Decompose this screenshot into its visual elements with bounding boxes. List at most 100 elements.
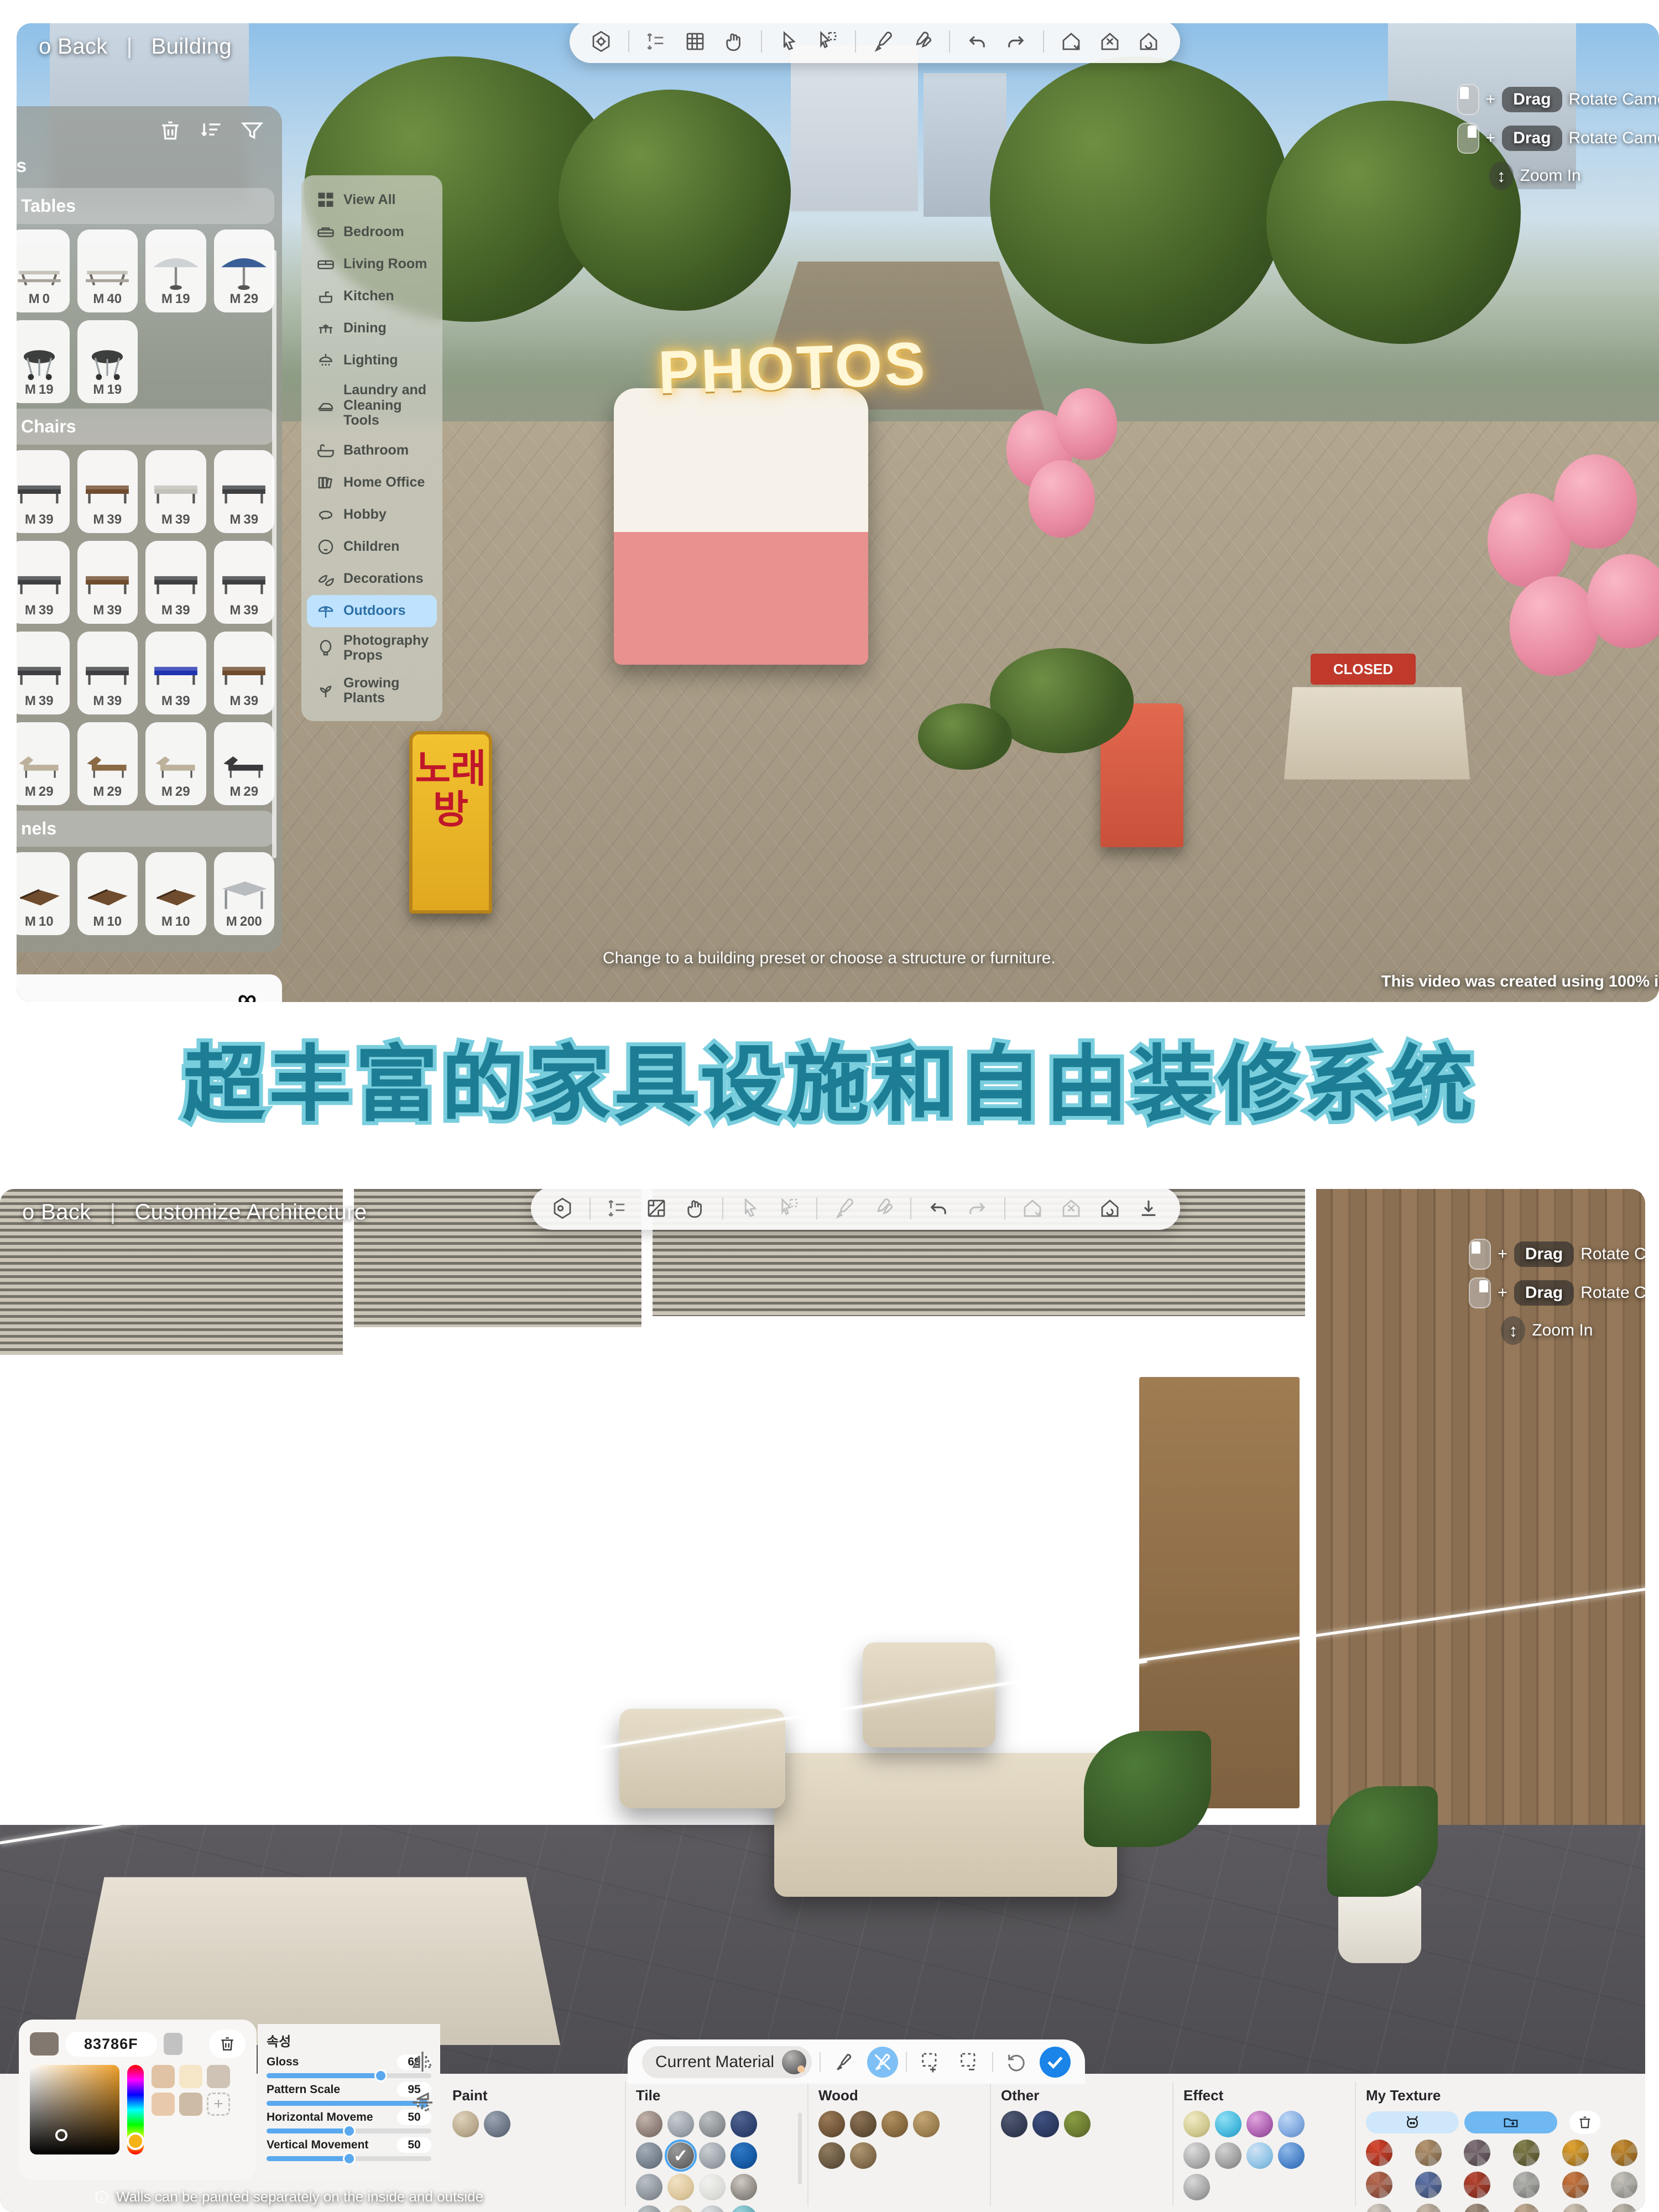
category-item-bedroom[interactable]: Bedroom [307, 216, 437, 248]
my-texture-swatch[interactable] [1611, 2172, 1637, 2198]
category-item-living-room[interactable]: Living Room [307, 248, 437, 280]
material-orb[interactable] [1278, 2111, 1305, 2137]
my-texture-swatch[interactable] [1464, 2140, 1490, 2166]
material-orb[interactable] [731, 2174, 757, 2200]
material-orb[interactable] [913, 2111, 940, 2137]
flip-horizontal-icon[interactable] [409, 2048, 436, 2075]
furniture-item-card[interactable]: M 39 [214, 541, 275, 624]
material-orb[interactable] [1278, 2142, 1305, 2169]
eyedropper-icon[interactable] [828, 2047, 859, 2078]
my-texture-swatch[interactable] [1366, 2140, 1392, 2166]
house-move-icon[interactable] [1054, 24, 1088, 59]
color-picker-card[interactable]: 83786F + [19, 2020, 257, 2180]
category-item-view-all[interactable]: View All [307, 184, 437, 216]
pointer-copy-icon[interactable] [811, 24, 845, 59]
compass-icon[interactable] [584, 24, 618, 59]
redo-icon[interactable] [960, 1191, 994, 1225]
category-item-kitchen[interactable]: Kitchen [307, 280, 437, 312]
furniture-item-card[interactable]: M 10 [145, 852, 206, 935]
confirm-icon[interactable] [1040, 2047, 1071, 2078]
eyedropper-multi-icon[interactable] [866, 1191, 900, 1225]
furniture-item-card[interactable]: M 39 [77, 632, 138, 714]
material-tool-pill[interactable]: Current Material [628, 2039, 1085, 2084]
material-orb[interactable] [699, 2142, 726, 2169]
back-button[interactable]: o Back [22, 1200, 91, 1225]
material-orb[interactable] [667, 2205, 694, 2212]
furniture-item-card[interactable]: M 29 [214, 229, 275, 312]
house-move-icon[interactable] [1015, 1191, 1050, 1225]
eyedropper-icon[interactable] [827, 1191, 862, 1225]
category-item-lighting[interactable]: Lighting [307, 345, 437, 377]
mascot-icon[interactable] [1366, 2111, 1459, 2133]
slider-track[interactable] [267, 2073, 431, 2078]
material-orb[interactable] [667, 2111, 694, 2137]
my-texture-swatch[interactable] [1562, 2140, 1589, 2166]
furniture-item-card[interactable]: M 39 [214, 632, 275, 714]
furniture-item-card[interactable]: M 19 [145, 229, 206, 312]
color-hex-value[interactable]: 83786F [65, 2032, 157, 2057]
slider-track[interactable] [267, 2101, 431, 2106]
paint-face-icon[interactable] [867, 2047, 898, 2078]
my-texture-swatch[interactable] [1415, 2204, 1442, 2212]
download-icon[interactable] [1131, 1191, 1166, 1225]
my-texture-swatch[interactable] [1562, 2172, 1589, 2198]
select-subtract-icon[interactable] [953, 2047, 984, 2078]
recent-colors[interactable]: + [152, 2065, 230, 2154]
undo-icon[interactable] [960, 24, 994, 59]
browser-scrollbar[interactable] [272, 250, 276, 858]
material-orb[interactable] [636, 2142, 662, 2169]
hue-slider[interactable] [127, 2065, 144, 2154]
undo-icon[interactable] [921, 1191, 956, 1225]
back-button[interactable]: o Back [39, 34, 108, 59]
material-orb[interactable] [699, 2205, 726, 2212]
material-orb[interactable] [1246, 2142, 1273, 2169]
my-texture-swatch[interactable] [1513, 2140, 1540, 2166]
hue-handle[interactable] [127, 2132, 144, 2150]
tile-scrollbar[interactable] [798, 2112, 802, 2184]
material-orb[interactable] [1183, 2174, 1210, 2200]
house-scale-icon[interactable] [1093, 24, 1127, 59]
property-slider-row[interactable]: Vertical Movement 50 [267, 2137, 431, 2161]
house-reset-icon[interactable] [1131, 24, 1166, 59]
material-orb[interactable] [818, 2142, 845, 2169]
category-item-growing-plants[interactable]: Growing Plants [307, 670, 437, 712]
my-texture-swatch[interactable] [1513, 2204, 1540, 2212]
elevation-icon[interactable] [601, 1191, 635, 1225]
slider-track[interactable] [267, 2128, 431, 2133]
trash-icon[interactable] [158, 118, 182, 145]
furniture-item-card[interactable]: M 39 [214, 450, 275, 533]
furniture-item-card[interactable]: M 29 [214, 722, 275, 805]
slider-knob[interactable] [343, 2125, 356, 2137]
compass-icon[interactable] [545, 1191, 580, 1225]
eyedropper-icon[interactable] [866, 24, 900, 59]
redo-icon[interactable] [999, 24, 1033, 59]
recent-color-swatch[interactable] [152, 2093, 175, 2116]
category-item-children[interactable]: Children [307, 531, 437, 563]
material-orb[interactable] [818, 2111, 845, 2137]
color-current-swatch[interactable] [30, 2032, 59, 2056]
recent-color-swatch[interactable] [179, 2093, 202, 2116]
material-orb[interactable] [850, 2111, 877, 2137]
infinity-card[interactable]: ∞ [17, 974, 282, 1002]
category-item-decorations[interactable]: Decorations [307, 563, 437, 595]
my-texture-swatch[interactable] [1366, 2172, 1392, 2198]
material-orb[interactable]: ✓ [667, 2142, 694, 2169]
trash-icon[interactable] [209, 2030, 246, 2058]
property-slider-row[interactable]: Pattern Scale 95 [267, 2082, 431, 2106]
category-item-photography-props[interactable]: Photography Props [307, 627, 437, 670]
furniture-item-card[interactable]: M 39 [17, 541, 70, 624]
category-item-outdoors[interactable]: Outdoors [307, 595, 437, 627]
saturation-value-field[interactable] [30, 2065, 119, 2154]
furniture-item-card[interactable]: M 29 [17, 722, 70, 805]
current-material-chip[interactable]: Current Material [642, 2046, 812, 2078]
material-orb[interactable] [699, 2111, 726, 2137]
category-item-home-office[interactable]: Home Office [307, 467, 437, 499]
furniture-item-card[interactable]: M 19 [77, 320, 138, 403]
my-texture-swatch[interactable] [1513, 2172, 1540, 2198]
my-texture-swatch[interactable] [1366, 2204, 1392, 2212]
furniture-item-card[interactable]: M 200 [214, 852, 275, 935]
material-orb[interactable] [699, 2174, 726, 2200]
furniture-item-card[interactable]: M 39 [145, 632, 206, 714]
pointer-icon[interactable] [772, 24, 806, 59]
material-orb[interactable] [1246, 2111, 1273, 2137]
